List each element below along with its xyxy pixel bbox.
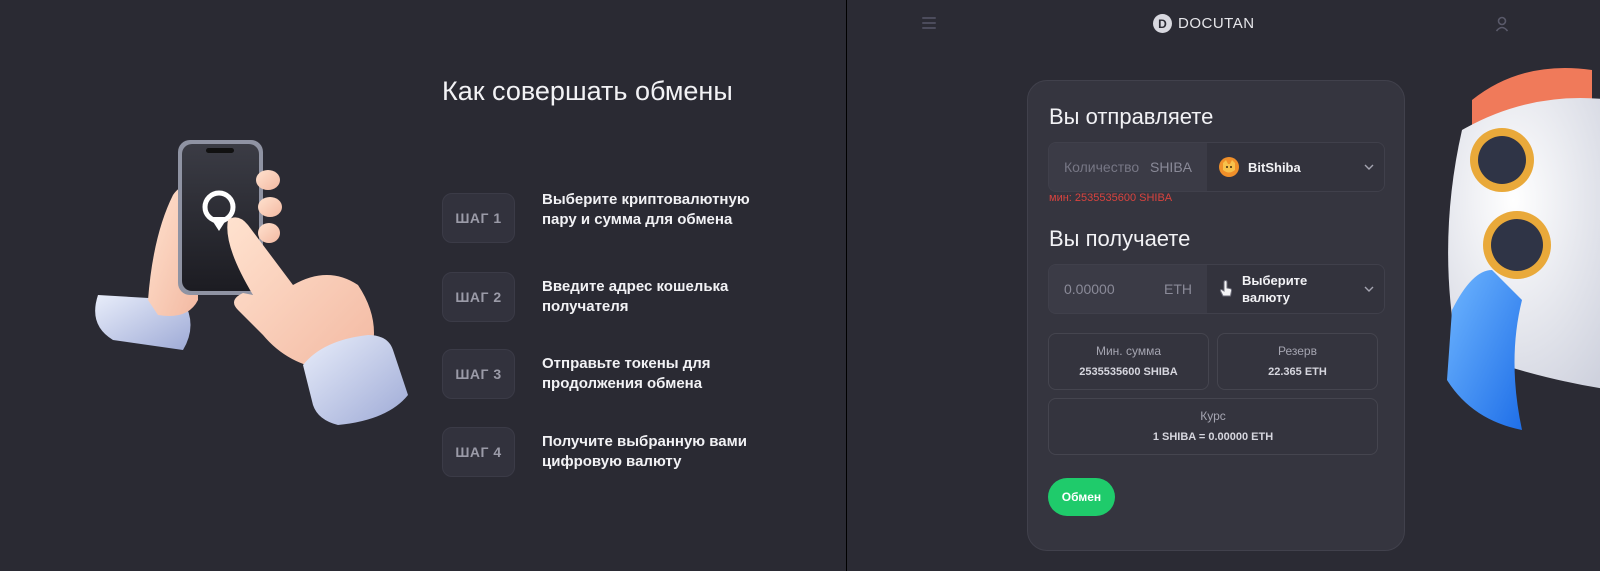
brand-logo[interactable]: D DOCUTAN: [1153, 14, 1255, 33]
user-icon[interactable]: [1495, 16, 1509, 32]
send-currency-select[interactable]: BitShiba: [1207, 143, 1384, 191]
send-currency-name: BitShiba: [1248, 159, 1301, 175]
send-currency-code: SHIBA: [1149, 159, 1192, 175]
exchange-panel: D DOCUTAN Вы отправляете Количество SHIB…: [847, 0, 1600, 571]
shiba-coin-icon: [1219, 157, 1239, 177]
step-badge: ШАГ 3: [442, 349, 515, 399]
how-to-panel: Как совершать обмены ШАГ 1 Выберите крип…: [0, 0, 846, 571]
chevron-down-icon: [1364, 286, 1374, 292]
step-1: ШАГ 1 Выберите криптовалютную пару и сум…: [442, 191, 802, 243]
hand-pointer-icon: [1219, 280, 1233, 297]
receive-currency-select[interactable]: Выберите валюту: [1207, 265, 1384, 313]
receive-amount-value: 0.00000: [1064, 281, 1115, 297]
rate-value: 1 SHIBA = 0.00000 ETH: [1152, 431, 1274, 443]
reserve-value: 22.365 ETH: [1268, 366, 1327, 378]
step-badge: ШАГ 1: [442, 193, 515, 243]
receive-heading: Вы получаете: [1049, 226, 1191, 251]
min-amount-box: Мин. сумма 2535535600 SHIBA: [1048, 333, 1209, 390]
send-heading: Вы отправляете: [1049, 104, 1214, 129]
step-badge: ШАГ 4: [442, 427, 515, 477]
step-2: ШАГ 2 Введите адрес кошелька получателя: [442, 272, 802, 322]
step-badge: ШАГ 2: [442, 272, 515, 322]
reserve-box: Резерв 22.365 ETH: [1217, 333, 1378, 390]
receive-field: 0.00000 ETH Выберите валюту: [1048, 264, 1385, 314]
rocket-illustration: [1447, 68, 1600, 430]
step-text: Введите адрес кошелька получателя: [542, 278, 729, 315]
send-amount-placeholder: Количество: [1064, 159, 1140, 175]
exchange-card: Вы отправляете Количество SHIBA BitShiba: [1027, 80, 1405, 551]
chevron-down-icon: [1364, 164, 1374, 170]
receive-currency-code: ETH: [1164, 281, 1192, 297]
step-3: ШАГ 3 Отправьте токены для продолжения о…: [442, 349, 802, 399]
min-amount-warning: мин: 2535535600 SHIBA: [1049, 192, 1173, 204]
page-title: Как совершать обмены: [442, 76, 733, 106]
send-field: Количество SHIBA BitShiba: [1048, 142, 1385, 192]
step-4: ШАГ 4 Получите выбранную вами цифровую в…: [442, 427, 802, 477]
hands-with-phone-illustration: [95, 140, 408, 425]
rate-label: Курс: [1200, 409, 1226, 423]
hamburger-icon[interactable]: [922, 17, 936, 31]
logo-mark: D: [1153, 14, 1172, 33]
min-amount-label: Мин. сумма: [1095, 344, 1162, 358]
receive-amount-input[interactable]: 0.00000 ETH: [1049, 265, 1207, 313]
min-amount-value: 2535535600 SHIBA: [1079, 366, 1178, 378]
brand-name: DOCUTAN: [1178, 15, 1255, 32]
rate-box: Курс 1 SHIBA = 0.00000 ETH: [1048, 398, 1378, 455]
exchange-button[interactable]: Обмен: [1048, 478, 1115, 516]
step-text: Отправьте токены для продолжения обмена: [542, 355, 711, 392]
reserve-label: Резерв: [1278, 344, 1317, 358]
step-text: Выберите криптовалютную пару и сумма для…: [542, 191, 750, 228]
receive-select-placeholder: Выберите валюту: [1242, 273, 1308, 305]
step-text: Получите выбранную вами цифровую валюту: [542, 433, 747, 470]
send-amount-input[interactable]: Количество SHIBA: [1049, 143, 1207, 191]
